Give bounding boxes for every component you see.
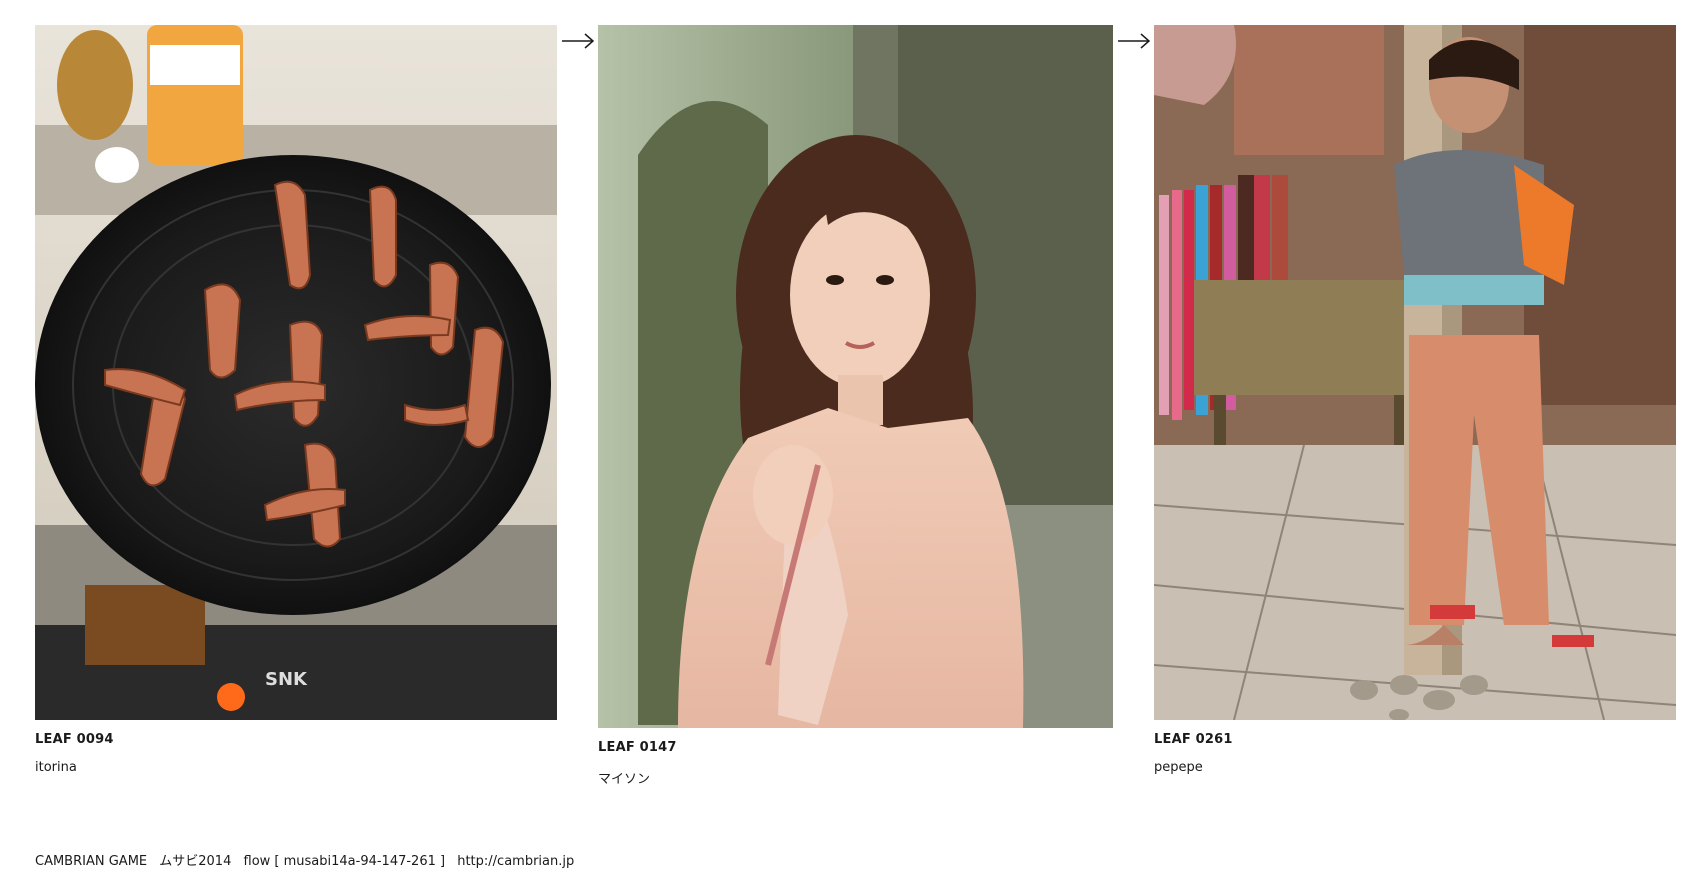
leaf-id-label: LEAF 0261 xyxy=(1154,732,1233,747)
leaf-photo-image xyxy=(598,25,1113,728)
leaf-author-link[interactable]: itorina xyxy=(35,760,77,775)
leaf-photo-image: SNK xyxy=(35,25,557,720)
footer-flow-label: flow [ musabi14a-94-147-261 ] xyxy=(243,854,446,869)
leaf-photo-link[interactable] xyxy=(598,25,1113,728)
footer-project: ムサビ2014 xyxy=(159,854,232,869)
leaf-photo-link[interactable] xyxy=(1154,25,1676,720)
leaf-id-label: LEAF 0094 xyxy=(35,732,114,747)
leaf-card: SNK LEAF 0094 itorina xyxy=(35,25,557,775)
footer-site-name: CAMBRIAN GAME xyxy=(35,854,148,869)
footer-url-link[interactable]: http://cambrian.jp xyxy=(457,854,574,869)
footer: CAMBRIAN GAME ムサビ2014 flow [ musabi14a-9… xyxy=(35,850,582,869)
leaf-photo-link[interactable]: SNK xyxy=(35,25,557,720)
svg-text:SNK: SNK xyxy=(265,669,308,690)
leaf-card: LEAF 0147 マイソン xyxy=(598,25,1113,787)
leaf-card: LEAF 0261 pepepe xyxy=(1154,25,1676,775)
leaf-author-link[interactable]: マイソン xyxy=(598,768,650,787)
leaf-id-label: LEAF 0147 xyxy=(598,740,677,755)
leaf-author-link[interactable]: pepepe xyxy=(1154,760,1203,775)
right-arrow-icon xyxy=(561,32,595,50)
leaf-photo-image xyxy=(1154,25,1676,720)
right-arrow-icon xyxy=(1117,32,1151,50)
